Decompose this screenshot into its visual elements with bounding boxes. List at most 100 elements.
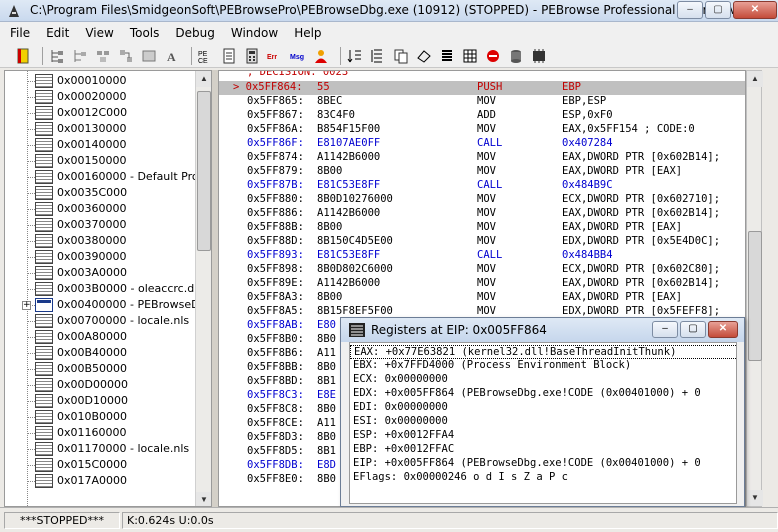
disasm-row[interactable]: 0x5FF874: A1142B6000 MOV EAX,DWORD PTR [0x6… xyxy=(219,151,745,165)
tree-item[interactable]: 0x010B0000 xyxy=(5,409,201,425)
disasm-row[interactable]: 0x5FF893: E81C53E8FF CALL 0x484BB4 xyxy=(219,249,745,263)
registers-maximize-button[interactable]: ▢ xyxy=(680,321,706,338)
pe-header-icon[interactable]: PE CE xyxy=(197,47,215,65)
menu-edit[interactable]: Edit xyxy=(46,26,69,40)
tree-item[interactable]: 0x00390000 xyxy=(5,249,201,265)
register-row[interactable]: EFlags: 0x00000246 o d I s Z a P c xyxy=(350,471,736,485)
grid-icon[interactable] xyxy=(461,47,479,65)
tree-item[interactable]: 0x00D10000 xyxy=(5,393,201,409)
disasm-row[interactable]: 0x5FF880: 8B0D10276000 MOV ECX,DWORD PTR [0… xyxy=(219,193,745,207)
user-icon[interactable] xyxy=(312,47,330,65)
disasm-row[interactable]: 0x5FF865: 8BEC MOV EBP,ESP xyxy=(219,95,745,109)
disasm-row[interactable]: 0x5FF879: 8B00 MOV EAX,DWORD PTR [EAX] xyxy=(219,165,745,179)
disasm-row[interactable]: 0x5FF89E: A1142B6000 MOV EAX,DWORD PTR [0x6… xyxy=(219,277,745,291)
error-message-icon[interactable]: Err xyxy=(266,47,284,65)
stop-icon[interactable] xyxy=(484,47,502,65)
register-row[interactable]: EDI: 0x00000000 xyxy=(350,401,736,415)
tree-item[interactable]: 0x0035C000 xyxy=(5,185,201,201)
registers-title-bar[interactable]: Registers at EIP: 0x005FF864 – ▢ ✕ xyxy=(341,318,744,342)
font-icon[interactable]: A xyxy=(163,47,181,65)
disasm-row[interactable]: 0x5FF86A: B854F15F00 MOV EAX,0x5FF154 ; COD… xyxy=(219,123,745,137)
tree-item[interactable]: 0x017A0000 xyxy=(5,473,201,489)
tree-item[interactable]: 0x01160000 xyxy=(5,425,201,441)
scroll-down-icon[interactable]: ▼ xyxy=(196,492,211,506)
tree-item[interactable]: 0x00A80000 xyxy=(5,329,201,345)
tree-item[interactable]: 0x003A0000 xyxy=(5,265,201,281)
modules-icon[interactable] xyxy=(94,47,112,65)
disasm-row[interactable]: 0x5FF8A3: 8B00 MOV EAX,DWORD PTR [EAX] xyxy=(219,291,745,305)
registers-list[interactable]: EAX: +0x77E63821 (kernel32.dll!BaseThrea… xyxy=(349,342,737,504)
registers-close-button[interactable]: ✕ xyxy=(708,321,738,338)
step-into-icon[interactable] xyxy=(346,47,364,65)
erase-icon[interactable] xyxy=(415,47,433,65)
message-icon[interactable]: Msg xyxy=(289,47,307,65)
tree-item[interactable]: 0x00370000 xyxy=(5,217,201,233)
open-file-icon[interactable] xyxy=(14,47,32,65)
disasm-row[interactable]: 0x5FF87B: E81C53E8FF CALL 0x484B9C xyxy=(219,179,745,193)
tree-item[interactable]: 0x003B0000 - oleaccrc.dll xyxy=(5,281,201,297)
scroll-up-icon[interactable]: ▲ xyxy=(747,71,763,87)
close-button[interactable]: ✕ xyxy=(733,1,777,19)
memory-icon[interactable] xyxy=(530,47,548,65)
disassembly-scrollbar[interactable]: ▲ ▼ xyxy=(746,70,763,507)
database-icon[interactable] xyxy=(507,47,525,65)
tree-item[interactable]: 0x00B40000 xyxy=(5,345,201,361)
menu-window[interactable]: Window xyxy=(231,26,278,40)
menu-debug[interactable]: Debug xyxy=(175,26,214,40)
resources-icon[interactable] xyxy=(117,47,135,65)
copy-icon[interactable] xyxy=(392,47,410,65)
menu-help[interactable]: Help xyxy=(294,26,321,40)
register-row[interactable]: EAX: +0x77E63821 (kernel32.dll!BaseThrea… xyxy=(350,345,736,359)
page-icon[interactable] xyxy=(220,47,238,65)
tree-item[interactable]: 0x0012C000 xyxy=(5,105,201,121)
disasm-row[interactable]: 0x5FF898: 8B0D802C6000 MOV ECX,DWORD PTR [0… xyxy=(219,263,745,277)
expand-icon[interactable]: + xyxy=(22,301,31,310)
disasm-row-current[interactable]: > 0x5FF864: 55 PUSH EBP xyxy=(219,81,745,95)
disasm-row[interactable]: 0x5FF886: A1142B6000 MOV EAX,DWORD PTR [0x6… xyxy=(219,207,745,221)
tree-view-icon[interactable] xyxy=(48,47,66,65)
maximize-button[interactable]: ▢ xyxy=(705,1,731,19)
tree-item[interactable]: 0x00D00000 xyxy=(5,377,201,393)
tree-item[interactable]: 0x00150000 xyxy=(5,153,201,169)
memory-tree-pane[interactable]: 0x00010000 0x00020000 0x0012C000 0x00130000… xyxy=(4,70,212,507)
minimize-button[interactable]: – xyxy=(677,1,703,19)
disasm-row[interactable]: 0x5FF86F: E8107AE0FF CALL 0x407284 xyxy=(219,137,745,151)
disasm-row[interactable]: 0x5FF88B: 8B00 MOV EAX,DWORD PTR [EAX] xyxy=(219,221,745,235)
calculator-icon[interactable] xyxy=(243,47,261,65)
step-over-icon[interactable] xyxy=(369,47,387,65)
tree-item[interactable]: 0x00020000 xyxy=(5,89,201,105)
register-row[interactable]: EBX: +0x7FFD4000 (Process Environment Bl… xyxy=(350,359,736,373)
register-row[interactable]: EIP: +0x005FF864 (PEBrowseDbg.exe!CODE (… xyxy=(350,457,736,471)
registers-window[interactable]: Registers at EIP: 0x005FF864 – ▢ ✕ EAX: … xyxy=(340,317,745,507)
list-icon[interactable] xyxy=(438,47,456,65)
register-row[interactable]: EDX: +0x005FF864 (PEBrowseDbg.exe!CODE (… xyxy=(350,387,736,401)
disasm-row[interactable]: 0x5FF88D: 8B150C4D5E00 MOV EDX,DWORD PTR [0… xyxy=(219,235,745,249)
register-row[interactable]: ESI: 0x00000000 xyxy=(350,415,736,429)
tree-item[interactable]: 0x00380000 xyxy=(5,233,201,249)
tree-item[interactable]: 0x00B50000 xyxy=(5,361,201,377)
menu-tools[interactable]: Tools xyxy=(130,26,160,40)
tree-item[interactable]: 0x00010000 xyxy=(5,73,201,89)
tree-scroll-thumb[interactable] xyxy=(197,91,211,251)
disasm-scroll-thumb[interactable] xyxy=(748,231,762,361)
tree-item[interactable]: 0x015C0000 xyxy=(5,457,201,473)
registers-minimize-button[interactable]: – xyxy=(652,321,678,338)
scroll-down-icon[interactable]: ▼ xyxy=(747,490,763,506)
tree-item[interactable]: 0x00130000 xyxy=(5,121,201,137)
tree-scrollbar[interactable]: ▲ ▼ xyxy=(195,71,211,506)
scroll-up-icon[interactable]: ▲ xyxy=(196,71,211,87)
register-row[interactable]: EBP: +0x0012FFAC xyxy=(350,443,736,457)
tree-item[interactable]: 0x00700000 - locale.nls xyxy=(5,313,201,329)
menu-file[interactable]: File xyxy=(10,26,30,40)
tree-item[interactable]: +0x00400000 - PEBrowseDbg. xyxy=(5,297,211,313)
strings-icon[interactable] xyxy=(140,47,158,65)
menu-view[interactable]: View xyxy=(85,26,113,40)
tree-item[interactable]: 0x00160000 - Default Proces xyxy=(5,169,211,185)
hierarchy-icon[interactable] xyxy=(71,47,89,65)
tree-item[interactable]: 0x00140000 xyxy=(5,137,201,153)
register-row[interactable]: ECX: 0x00000000 xyxy=(350,373,736,387)
disasm-row[interactable]: 0x5FF867: 83C4F0 ADD ESP,0xF0 xyxy=(219,109,745,123)
title-bar[interactable]: C:\Program Files\SmidgeonSoft\PEBrowsePr… xyxy=(0,0,778,22)
tree-item[interactable]: 0x01170000 - locale.nls xyxy=(5,441,201,457)
tree-item[interactable]: 0x00360000 xyxy=(5,201,201,217)
